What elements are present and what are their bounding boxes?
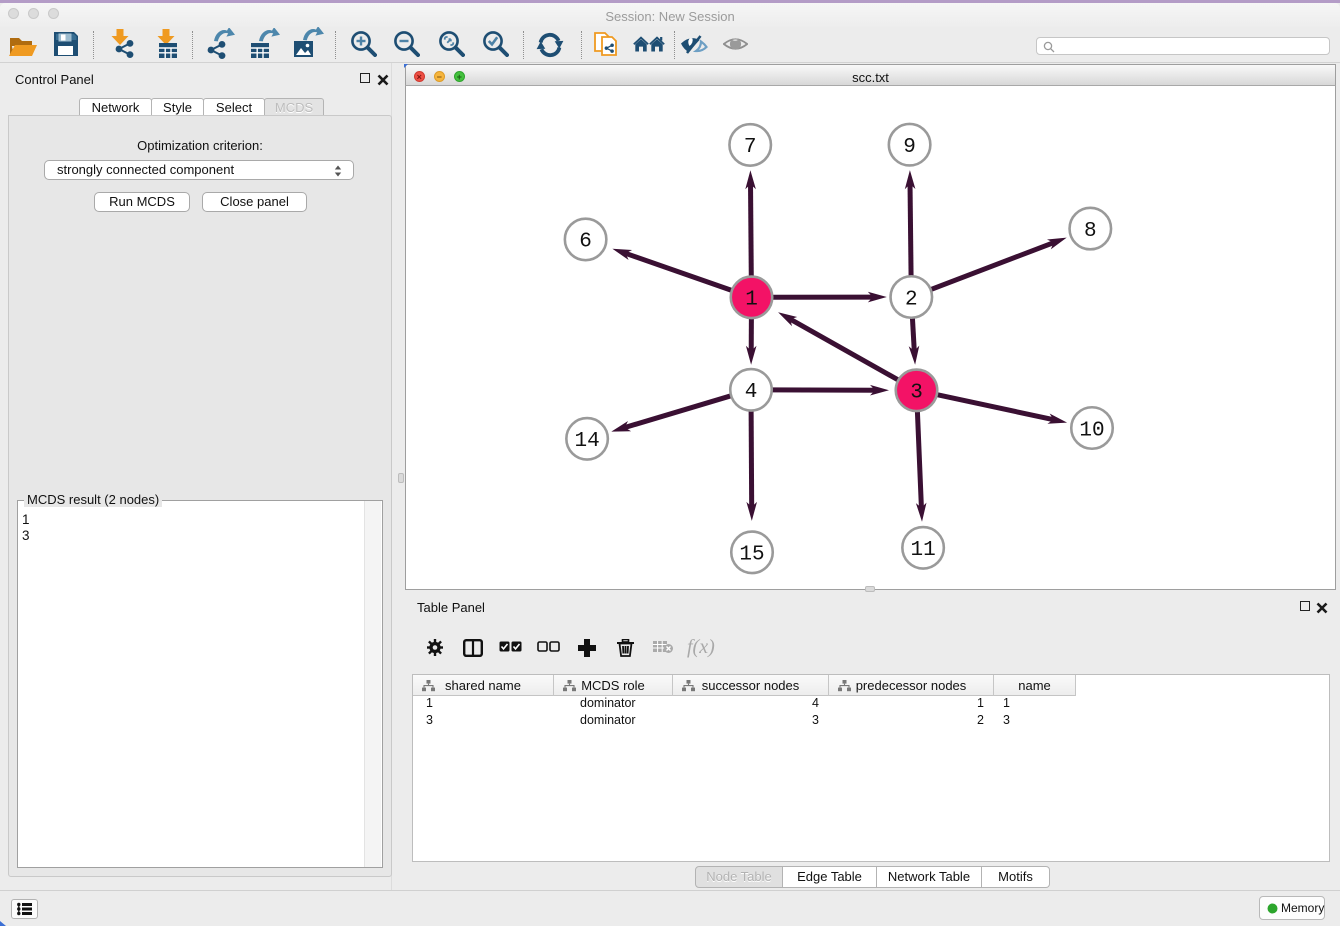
svg-text:15: 15 [739,544,764,567]
svg-text:4: 4 [745,381,758,404]
svg-text:14: 14 [574,430,599,453]
svg-text:2: 2 [905,288,918,311]
svg-text:1: 1 [745,289,758,312]
svg-text:9: 9 [903,136,916,159]
svg-text:11: 11 [910,539,935,562]
svg-text:7: 7 [744,136,757,159]
svg-text:10: 10 [1079,419,1104,442]
svg-text:8: 8 [1084,220,1097,243]
svg-text:3: 3 [910,382,923,405]
svg-text:6: 6 [579,231,592,254]
